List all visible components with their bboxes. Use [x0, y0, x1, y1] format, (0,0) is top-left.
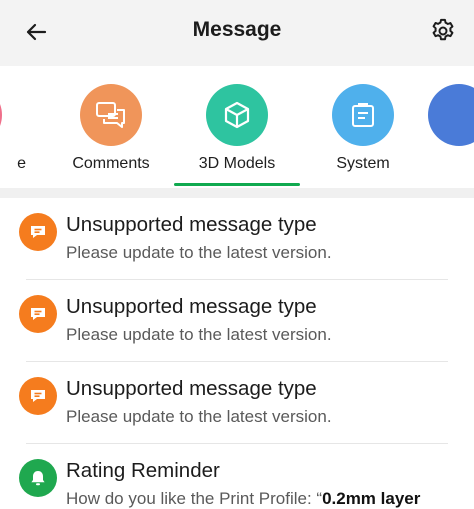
partial-icon — [0, 84, 2, 146]
tab-comments[interactable]: Comments — [56, 84, 166, 173]
page-title: Message — [192, 18, 282, 41]
partial-icon — [428, 84, 474, 146]
message-title: Unsupported message type — [66, 213, 317, 236]
message-icon — [19, 213, 57, 251]
tab-partial-right[interactable] — [404, 84, 474, 155]
tab-partial-left[interactable]: e — [0, 84, 26, 173]
tab-label: System — [336, 155, 390, 172]
tab-label: e — [17, 155, 26, 172]
chat-bubbles-icon — [80, 84, 142, 146]
tab-label: 3D Models — [198, 155, 276, 172]
section-divider — [0, 188, 474, 198]
clipboard-icon — [332, 84, 394, 146]
message-title: Unsupported message type — [66, 295, 317, 318]
message-item[interactable]: Unsupported message type Please update t… — [0, 362, 474, 444]
message-title: Unsupported message type — [66, 377, 317, 400]
message-subtitle: Please update to the latest version. — [66, 407, 332, 426]
gear-icon — [432, 18, 454, 41]
settings-button[interactable] — [426, 14, 460, 48]
message-subtitle: How do you like the Print Profile: “0.2m… — [66, 489, 420, 509]
message-list: Unsupported message type Please update t… — [0, 198, 474, 509]
message-screen: Message e Comments 3D Models System Unsu… — [0, 0, 474, 509]
selected-tab-indicator — [174, 183, 300, 186]
message-title: Rating Reminder — [66, 459, 220, 482]
message-item[interactable]: Unsupported message type Please update t… — [0, 198, 474, 280]
top-app-bar: Message — [0, 0, 474, 66]
tab-label: Comments — [72, 155, 150, 172]
tab-3d-models[interactable]: 3D Models — [182, 84, 292, 173]
cube-icon — [206, 84, 268, 146]
subtitle-text: How do you like the Print Profile: “ — [66, 489, 323, 508]
bell-icon — [19, 459, 57, 497]
message-item[interactable]: Unsupported message type Please update t… — [0, 280, 474, 362]
subtitle-bold-text: 0.2mm layer — [322, 489, 421, 508]
message-subtitle: Please update to the latest version. — [66, 325, 332, 344]
message-icon — [19, 295, 57, 333]
message-icon — [19, 377, 57, 415]
category-tabs: e Comments 3D Models System — [0, 66, 474, 188]
message-subtitle: Please update to the latest version. — [66, 243, 332, 262]
message-item[interactable]: Rating Reminder How do you like the Prin… — [0, 444, 474, 509]
tab-system[interactable]: System — [308, 84, 418, 173]
